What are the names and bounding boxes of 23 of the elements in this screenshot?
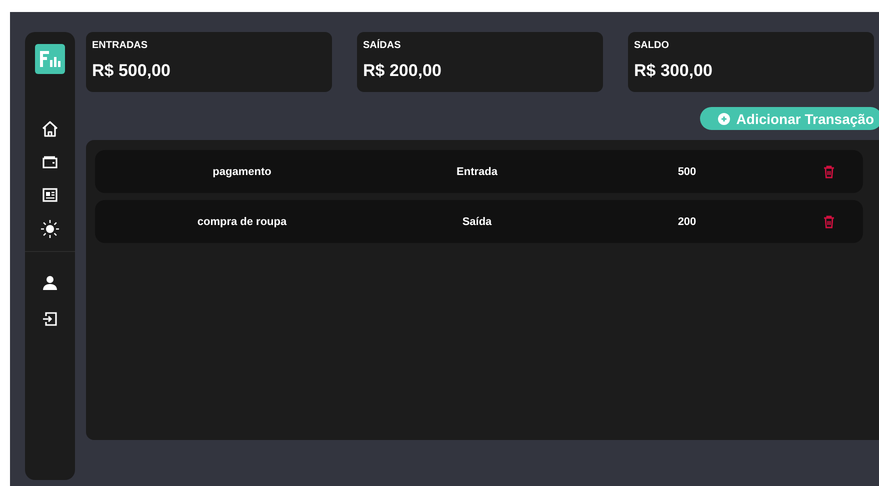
logo-icon <box>35 44 65 74</box>
value-text: 500 <box>678 166 696 178</box>
id-card-icon[interactable] <box>41 186 59 204</box>
add-transaction-button[interactable]: Adicionar Transação <box>700 107 879 130</box>
value-text: 200 <box>678 216 696 228</box>
card-amount: R$ 200,00 <box>363 61 442 81</box>
logout-icon[interactable] <box>41 310 59 328</box>
home-icon[interactable] <box>41 120 59 138</box>
trash-icon[interactable] <box>823 214 835 228</box>
trash-icon[interactable] <box>823 164 835 178</box>
card-amount: R$ 500,00 <box>92 61 172 81</box>
type-text: Saída <box>462 216 492 228</box>
user-icon[interactable] <box>41 274 59 292</box>
card-amount: R$ 300,00 <box>634 61 714 81</box>
card-label: SAÍDAS <box>363 40 402 51</box>
description-text: pagamento <box>212 166 272 178</box>
description-text: compra de roupa <box>197 216 287 228</box>
card-label: SALDO <box>634 40 670 51</box>
type-text: Entrada <box>456 166 498 178</box>
plus-circle-icon <box>718 112 730 124</box>
wallet-icon[interactable] <box>41 153 59 171</box>
sun-icon[interactable] <box>40 219 60 239</box>
card-label: ENTRADAS <box>92 40 149 51</box>
